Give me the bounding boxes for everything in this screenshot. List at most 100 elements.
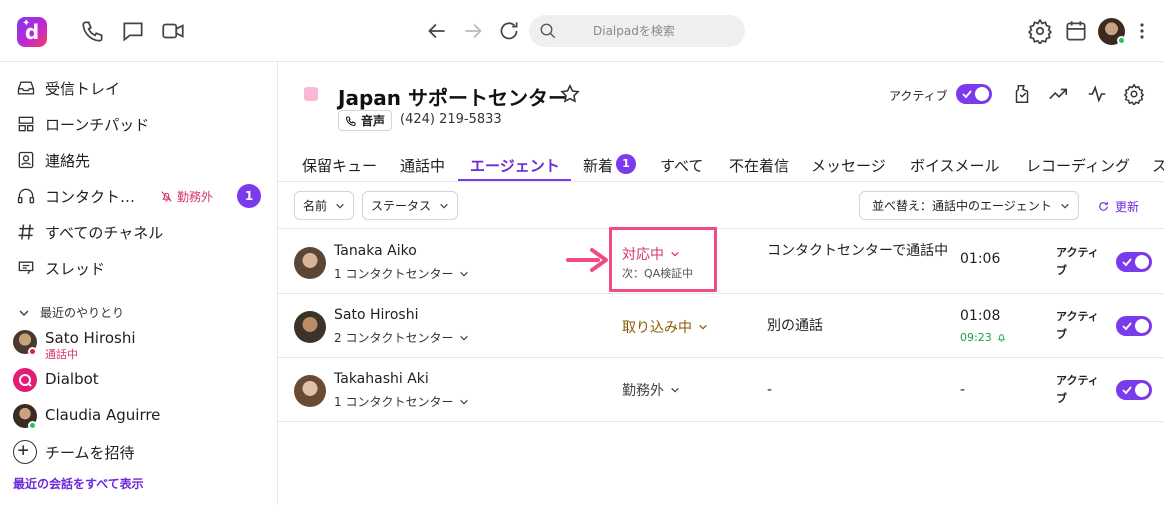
- chevron-down-icon: [460, 335, 469, 341]
- invite-team-button[interactable]: チームを招待: [0, 434, 278, 470]
- chevron-down-icon: [671, 251, 679, 257]
- search-input[interactable]: [569, 20, 739, 42]
- recent-item-sato-hiroshi[interactable]: Sato Hiroshi 通話中: [0, 324, 278, 361]
- video-icon[interactable]: [160, 18, 186, 44]
- check-icon: [1122, 258, 1132, 267]
- tab-on-call[interactable]: 通話中: [400, 155, 445, 176]
- recent-item-dialbot[interactable]: Dialbot: [0, 362, 278, 398]
- more-options-icon[interactable]: [1136, 20, 1148, 42]
- inbox-icon: [16, 78, 36, 98]
- agent-active-toggle[interactable]: [1116, 252, 1152, 272]
- chevron-down-icon: [460, 271, 469, 277]
- agent-status-dropdown[interactable]: 取り込み中: [622, 317, 708, 337]
- agent-activity: -: [767, 382, 773, 398]
- call-duration: 01:08: [960, 308, 1001, 324]
- sidebar-item-inbox[interactable]: 受信トレイ: [0, 70, 278, 106]
- recent-item-status: 通話中: [45, 348, 78, 361]
- search-bar[interactable]: [529, 15, 745, 47]
- off-duty-status: 勤務外: [160, 188, 213, 205]
- tab-voicemail[interactable]: ボイスメール: [910, 155, 1000, 176]
- agent-status-dropdown[interactable]: 対応中: [622, 244, 680, 264]
- sidebar-item-contacts[interactable]: 連絡先: [0, 142, 278, 178]
- tab-agents[interactable]: エージェント: [470, 155, 560, 176]
- new-count-badge: 1: [616, 154, 636, 174]
- gear-icon[interactable]: [1027, 18, 1053, 46]
- phone-number: (424) 219-5833: [400, 112, 502, 127]
- next-status: 次：QA検証中: [622, 267, 694, 280]
- tab-all[interactable]: すべて: [660, 155, 703, 176]
- plus-circle-icon: [13, 440, 37, 464]
- team-color-chip: [304, 87, 318, 101]
- invite-team-label: チームを招待: [45, 444, 135, 462]
- online-status-dot: [1117, 36, 1126, 45]
- sidebar-item-contact-center[interactable]: コンタクト… 勤務外 1: [0, 178, 278, 214]
- agent-name: Sato Hiroshi: [334, 307, 419, 323]
- avatar: [294, 247, 326, 279]
- activity-icon[interactable]: [1086, 83, 1108, 105]
- sparkle-icon: ✦: [22, 18, 31, 29]
- agent-active-toggle[interactable]: [1116, 316, 1152, 336]
- count-badge: 1: [237, 184, 261, 208]
- chevron-down-icon: [699, 324, 707, 330]
- sidebar-item-label: 受信トレイ: [45, 79, 121, 98]
- chevron-down-icon: [460, 399, 469, 405]
- chevron-down-icon: [1060, 203, 1069, 209]
- back-arrow-icon[interactable]: [424, 18, 450, 44]
- page-title: Japan サポートセンター: [338, 86, 568, 110]
- phone-icon: [345, 115, 356, 126]
- table-row[interactable]: Tanaka Aiko 1 コンタクトセンター 対応中 次：QA検証中 コンタク…: [278, 227, 1164, 294]
- tab-missed[interactable]: 不在着信: [729, 155, 789, 176]
- trending-up-icon[interactable]: [1047, 83, 1069, 105]
- sidebar-item-label: コンタクト…: [45, 187, 136, 206]
- sidebar-item-all-channels[interactable]: すべてのチャネル: [0, 214, 278, 250]
- active-toggle[interactable]: [956, 84, 992, 104]
- contact-center-count[interactable]: 2 コンタクトセンター: [334, 329, 469, 346]
- call-duration: -: [960, 382, 966, 398]
- chevron-down-icon: [671, 387, 679, 393]
- show-all-recent-link[interactable]: 最近の会話をすべて表示: [13, 475, 144, 492]
- tab-overflow[interactable]: ス: [1152, 155, 1164, 176]
- table-row[interactable]: Takahashi Aki 1 コンタクトセンター 勤務外 - - アクティブ: [278, 358, 1164, 422]
- busy-status-dot: [28, 347, 37, 356]
- table-row[interactable]: Sato Hiroshi 2 コンタクトセンター 取り込み中 別の通話 01:0…: [278, 294, 1164, 358]
- star-icon[interactable]: [559, 83, 581, 105]
- chevron-down-icon: [336, 203, 344, 209]
- tab-hold-queue[interactable]: 保留キュー: [302, 155, 377, 176]
- phone-icon[interactable]: [80, 18, 106, 44]
- status-filter-button[interactable]: ステータス: [362, 191, 459, 220]
- settings-gear-icon[interactable]: [1123, 83, 1145, 107]
- sidebar-item-label: スレッド: [45, 259, 106, 278]
- annotation-arrow-icon: [566, 248, 608, 272]
- sidebar: 受信トレイ ローンチパッド 連絡先 コンタクト… 勤務外 1 すべてのチャネル …: [0, 62, 278, 505]
- tab-new[interactable]: 新着: [583, 155, 613, 176]
- tab-recordings[interactable]: レコーディング: [1026, 155, 1130, 176]
- sidebar-item-label: すべてのチャネル: [45, 223, 164, 242]
- contacts-icon: [16, 150, 36, 170]
- launchpad-icon: [16, 114, 36, 134]
- contact-center-count[interactable]: 1 コンタクトセンター: [334, 393, 469, 410]
- recent-item-claudia-aguirre[interactable]: Claudia Aguirre: [0, 398, 278, 434]
- avatar: [294, 375, 326, 407]
- sidebar-item-threads[interactable]: スレッド: [0, 250, 278, 286]
- forward-arrow-icon[interactable]: [460, 18, 486, 44]
- sort-dropdown[interactable]: 並べ替え：通話中のエージェント: [859, 191, 1079, 220]
- sidebar-item-launchpad[interactable]: ローンチパッド: [0, 106, 278, 142]
- check-icon: [962, 90, 972, 99]
- main-panel: Japan サポートセンター 音声 (424) 219-5833 アクティブ 保…: [278, 62, 1164, 505]
- agent-status-dropdown[interactable]: 勤務外: [622, 380, 680, 400]
- contact-center-count[interactable]: 1 コンタクトセンター: [334, 265, 469, 282]
- agent-active-toggle[interactable]: [1116, 380, 1152, 400]
- message-icon[interactable]: [120, 18, 146, 44]
- check-icon: [1122, 322, 1132, 331]
- refresh-button[interactable]: 更新: [1097, 198, 1139, 215]
- tab-messages[interactable]: メッセージ: [811, 155, 886, 176]
- dialpad-logo[interactable]: ✦ d: [17, 17, 47, 47]
- dialbot-icon: [13, 368, 37, 392]
- reload-icon[interactable]: [496, 18, 522, 44]
- calendar-icon[interactable]: [1063, 18, 1089, 44]
- agent-activity: コンタクトセンターで通話中: [767, 243, 949, 259]
- agent-status-icon[interactable]: [1011, 83, 1033, 105]
- tab-bar: 保留キュー 通話中 エージェント 新着 1 すべて 不在着信 メッセージ ボイス…: [278, 150, 1164, 182]
- name-filter-button[interactable]: 名前: [294, 191, 355, 220]
- recent-section-header[interactable]: 最近のやりとり: [18, 304, 124, 321]
